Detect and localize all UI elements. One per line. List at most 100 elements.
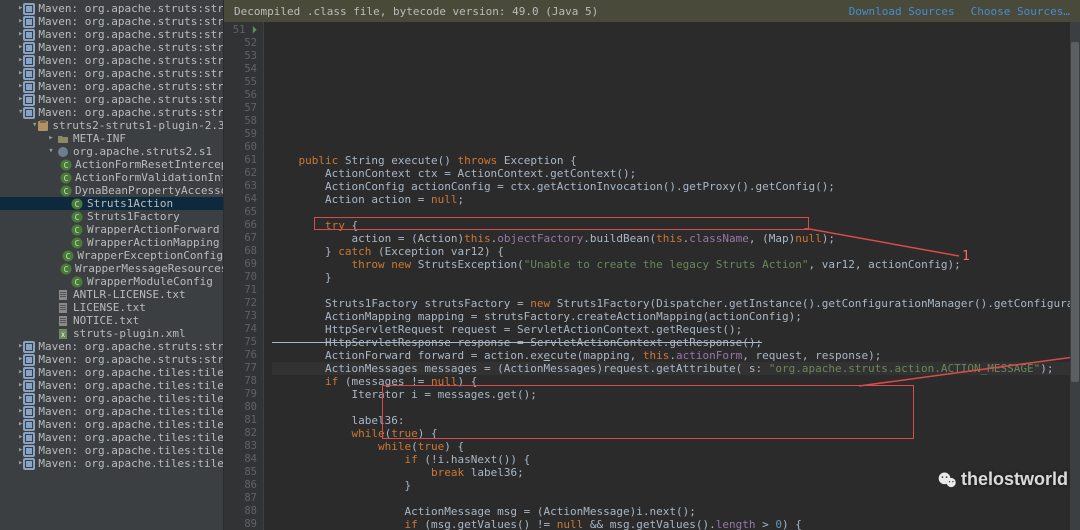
tree-item[interactable]: ▸Maven: org.apache.tiles:tiles-servlet:2… xyxy=(0,444,223,457)
tree-item[interactable]: ▸Maven: org.apache.tiles:tiles-el:2.2.2 xyxy=(0,392,223,405)
code-line[interactable]: ActionConfig actionConfig = ctx.getActio… xyxy=(272,180,1080,193)
tree-item[interactable]: ▾Maven: org.apache.struts:struts2-struts… xyxy=(0,106,223,119)
line-number: 75 xyxy=(224,336,257,349)
file-icon xyxy=(56,288,70,301)
code-line[interactable]: ActionMessage msg = (ActionMessage)i.nex… xyxy=(272,505,1080,518)
code-line[interactable]: throw new StrutsException("Unable to cre… xyxy=(272,258,1080,271)
code-line[interactable]: ActionContext ctx = ActionContext.getCon… xyxy=(272,167,1080,180)
tree-item[interactable]: ▾struts2-struts1-plugin-2.3.32.jarlibrar… xyxy=(0,119,223,132)
line-number: 58 xyxy=(224,115,257,128)
tree-item[interactable]: NOTICE.txt xyxy=(0,314,223,327)
choose-sources-link[interactable]: Choose Sources… xyxy=(971,5,1070,18)
class-icon: C xyxy=(70,197,84,210)
maven-icon xyxy=(23,379,35,392)
tree-item[interactable]: ▸Maven: org.apache.struts:struts2-siteme… xyxy=(0,80,223,93)
tree-item-label: Maven: org.apache.tiles:tiles-servlet:2.… xyxy=(38,444,224,457)
code-line[interactable]: while(true) { xyxy=(272,440,1080,453)
tree-item[interactable]: ▸Maven: org.apache.struts:struts2-core:2… xyxy=(0,15,223,28)
code-line[interactable]: } catch (Exception var12) { xyxy=(272,245,1080,258)
chevron-right-icon[interactable]: ▸ xyxy=(46,132,56,145)
tree-item[interactable]: ▸Maven: org.apache.struts:struts2-jsf-pl… xyxy=(0,54,223,67)
tree-item-label: Maven: org.apache.struts:struts2-struts1… xyxy=(38,106,224,119)
tree-item[interactable]: ▸META-INF xyxy=(0,132,223,145)
tree-item[interactable]: Xstruts-plugin.xml xyxy=(0,327,223,340)
editor-scrollbar[interactable] xyxy=(1070,22,1080,530)
download-sources-link[interactable]: Download Sources xyxy=(849,5,955,18)
maven-icon xyxy=(23,405,35,418)
code-line[interactable]: ActionMapping mapping = strutsFactory.cr… xyxy=(272,310,1080,323)
code-line[interactable]: if (messages != null) { xyxy=(272,375,1080,388)
tree-item[interactable]: LICENSE.txt xyxy=(0,301,223,314)
project-tree[interactable]: ▸Maven: org.apache.struts:struts2-conven… xyxy=(0,0,224,530)
chevron-down-icon[interactable]: ▾ xyxy=(46,145,56,158)
maven-icon xyxy=(23,15,35,28)
svg-text:C: C xyxy=(64,161,69,170)
line-number: 80 xyxy=(224,401,257,414)
code-line[interactable]: label36: xyxy=(272,414,1080,427)
code-line[interactable] xyxy=(272,492,1080,505)
scrollbar-thumb[interactable] xyxy=(1071,42,1079,382)
maven-icon xyxy=(23,28,35,41)
code-line[interactable]: if (msg.getValues() != null && msg.getVa… xyxy=(272,518,1080,530)
code-line[interactable] xyxy=(272,206,1080,219)
tree-item[interactable]: CStruts1Factory xyxy=(0,210,223,223)
tree-item[interactable]: CDynaBeanPropertyAccessor xyxy=(0,184,223,197)
tree-item[interactable]: C Struts1Action xyxy=(0,197,223,210)
line-number: 82 xyxy=(224,427,257,440)
code-line[interactable]: HttpServletResponse response = ServletAc… xyxy=(272,336,1080,349)
tree-item-label: struts2-struts1-plugin-2.3.32.jar xyxy=(52,119,224,132)
tree-item[interactable]: ▸Maven: org.apache.tiles:tiles-ognl:2.2.… xyxy=(0,431,223,444)
line-number: 62 xyxy=(224,167,257,180)
tree-item[interactable]: ▸Maven: org.apache.tiles:tiles-core:2.2.… xyxy=(0,379,223,392)
decompile-banner: Decompiled .class file, bytecode version… xyxy=(224,0,1080,22)
code-line[interactable]: } xyxy=(272,271,1080,284)
tree-item-label: Struts1Factory xyxy=(87,210,180,223)
maven-icon xyxy=(23,431,35,444)
tree-item[interactable]: ▸Maven: org.apache.struts:struts2-json-p… xyxy=(0,67,223,80)
code-line[interactable]: action = (Action)this.objectFactory.buil… xyxy=(272,232,1080,245)
file-icon xyxy=(56,314,70,327)
tree-item[interactable]: ▸Maven: org.apache.tiles:tiles-template:… xyxy=(0,457,223,470)
tree-item[interactable]: CActionFormValidationInterceptor xyxy=(0,171,223,184)
code-line[interactable]: try { xyxy=(272,219,1080,232)
tree-item[interactable]: ▸Maven: org.apache.struts:struts2-tiles-… xyxy=(0,340,223,353)
tree-item[interactable]: ▸Maven: org.apache.struts:struts2-dwr-pl… xyxy=(0,41,223,54)
tree-item[interactable]: CWrapperExceptionConfig xyxy=(0,249,223,262)
tree-item-label: Struts1Action xyxy=(87,197,173,210)
tree-item[interactable]: ▸Maven: org.apache.tiles:tiles-jsp:2.2.2 xyxy=(0,418,223,431)
svg-text:C: C xyxy=(75,200,80,209)
code-line[interactable]: Iterator i = messages.get(); xyxy=(272,388,1080,401)
tree-item[interactable]: ▸Maven: org.apache.struts:struts2-dojo-p… xyxy=(0,28,223,41)
code-line[interactable]: HttpServletRequest request = ServletActi… xyxy=(272,323,1080,336)
tree-item[interactable]: CWrapperActionForward xyxy=(0,223,223,236)
tree-item[interactable]: ANTLR-LICENSE.txt xyxy=(0,288,223,301)
tree-item[interactable]: ▸Maven: org.apache.struts:struts-core:1.… xyxy=(0,353,223,366)
line-number: 83 xyxy=(224,440,257,453)
tree-item[interactable]: ▸Maven: org.apache.struts:struts2-conven… xyxy=(0,2,223,15)
code-line[interactable] xyxy=(272,401,1080,414)
code-line[interactable]: ActionMessages messages = (ActionMessage… xyxy=(272,362,1080,375)
line-number: 54 xyxy=(224,63,257,76)
line-number: 65 xyxy=(224,206,257,219)
tree-item-label: Maven: org.apache.struts:struts2-spring-… xyxy=(38,93,224,106)
tree-item[interactable]: CWrapperActionMapping xyxy=(0,236,223,249)
code-line[interactable]: Struts1Factory strutsFactory = new Strut… xyxy=(272,297,1080,310)
tree-item[interactable]: ▸Maven: org.apache.tiles:tiles-api:2.2.2 xyxy=(0,366,223,379)
code-line[interactable]: if (!i.hasNext()) { xyxy=(272,453,1080,466)
tree-item[interactable]: CWrapperModuleConfig xyxy=(0,275,223,288)
tree-item[interactable]: CWrapperMessageResources xyxy=(0,262,223,275)
code-line[interactable]: while(true) { xyxy=(272,427,1080,440)
tree-item[interactable]: ▸Maven: org.apache.struts:struts2-spring… xyxy=(0,93,223,106)
line-number: 88 xyxy=(224,505,257,518)
code-content[interactable]: 1 2 public String execute() throws Excep… xyxy=(264,22,1080,530)
tree-item-label: LICENSE.txt xyxy=(73,301,146,314)
tree-item[interactable]: ▸Maven: org.apache.tiles:tiles-freemarke… xyxy=(0,405,223,418)
code-line[interactable]: Action action = null; xyxy=(272,193,1080,206)
code-line[interactable]: public String execute() throws Exception… xyxy=(272,154,1080,167)
svg-text:C: C xyxy=(64,187,69,196)
tree-item-label: Maven: org.apache.tiles:tiles-freemarker… xyxy=(38,405,224,418)
code-line[interactable] xyxy=(272,284,1080,297)
code-line[interactable]: ActionForward forward = action.execute(m… xyxy=(272,349,1080,362)
tree-item[interactable]: CActionFormResetInterceptor xyxy=(0,158,223,171)
tree-item[interactable]: ▾org.apache.struts2.s1 xyxy=(0,145,223,158)
